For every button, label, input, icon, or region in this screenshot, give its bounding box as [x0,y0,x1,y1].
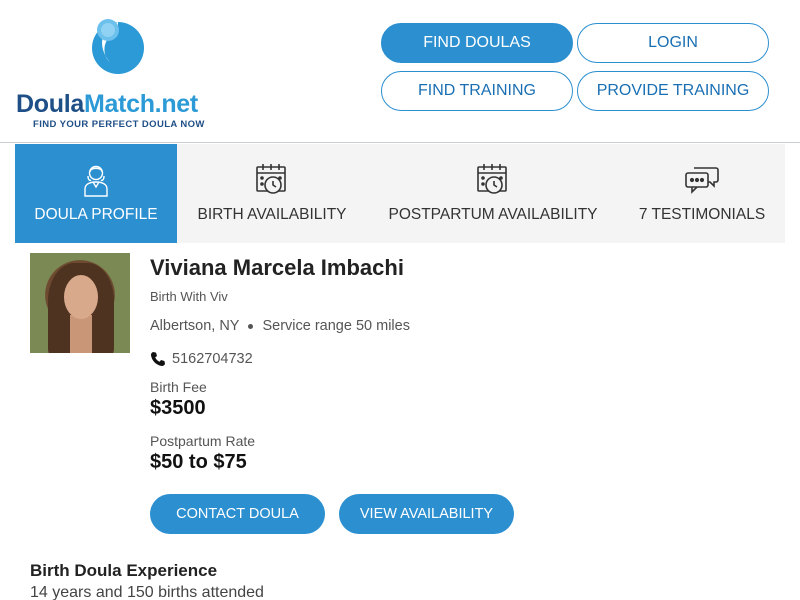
experience-title: Birth Doula Experience [30,561,218,580]
phone-number[interactable]: 5162704732 [172,351,253,367]
business-name: Birth With Viv [150,289,228,304]
postpartum-rate-value: $50 to $75 [150,451,247,473]
profile-tabs: DOULA PROFILE BIRTH AVAILABILITY POSTPAR… [15,144,785,243]
calendar-clock-icon [477,164,507,194]
experience-text: 14 years and 150 births attended [30,584,264,600]
location-line: Albertson, NY Service range 50 miles [150,318,410,334]
doula-name: Viviana Marcela Imbachi [150,255,404,280]
birth-fee-value: $3500 [150,397,206,419]
tab-doula-profile[interactable]: DOULA PROFILE [15,144,177,243]
provide-training-button[interactable]: PROVIDE TRAINING [577,71,769,111]
tab-birth-availability[interactable]: BIRTH AVAILABILITY [177,144,367,243]
find-doulas-button[interactable]: FIND DOULAS [381,23,573,63]
tab-label: BIRTH AVAILABILITY [197,206,347,223]
birth-fee-label: Birth Fee [150,379,207,395]
view-availability-button[interactable]: VIEW AVAILABILITY [339,494,514,534]
separator-dot [248,323,254,329]
tab-testimonials[interactable]: 7 TESTIMONIALS [619,144,785,243]
logo-word-part2: Match.net [83,90,198,118]
person-icon [84,165,108,197]
contact-doula-button[interactable]: CONTACT DOULA [150,494,325,534]
logo-mark-icon [92,19,144,74]
tab-postpartum-availability[interactable]: POSTPARTUM AVAILABILITY [367,144,619,243]
location-text: Albertson, NY [150,318,240,334]
phone-line[interactable]: 5162704732 [150,351,253,367]
logo-word-part1: Doula [16,90,84,118]
logo-tagline: FIND YOUR PERFECT DOULA NOW [33,119,205,130]
tab-label: DOULA PROFILE [34,206,158,223]
chat-bubbles-icon [685,167,719,194]
calendar-clock-icon [256,164,286,194]
photo-face [64,275,98,319]
logo-wordmark: DoulaMatch.net [16,90,198,119]
postpartum-rate-label: Postpartum Rate [150,433,256,449]
find-training-button[interactable]: FIND TRAINING [381,71,573,111]
login-button[interactable]: LOGIN [577,23,769,63]
tab-label: POSTPARTUM AVAILABILITY [388,206,598,223]
site-logo[interactable]: DoulaMatch.net FIND YOUR PERFECT DOULA N… [16,12,216,132]
photo-neck [70,315,92,353]
site-header: DoulaMatch.net FIND YOUR PERFECT DOULA N… [0,0,800,143]
tab-label: 7 TESTIMONIALS [638,206,766,223]
phone-icon [150,352,165,367]
doula-photo [30,253,130,353]
service-range-text: Service range 50 miles [262,318,410,334]
